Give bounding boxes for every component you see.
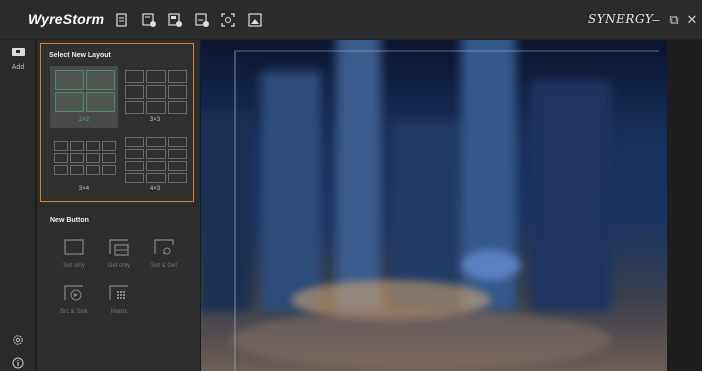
set-only-button[interactable]: ··· Set only [53,239,95,283]
layout-label: 2×2 [78,117,90,123]
add-source-icon[interactable] [167,12,183,28]
set-only-icon: ··· [64,239,84,255]
layout-option-2x2[interactable]: 2×2 [50,66,118,128]
layout-option-3x4[interactable]: 3×4 [50,135,118,197]
add-button[interactable]: Add [0,40,36,76]
toolbar [114,12,273,28]
layout-grid-preview [125,137,187,183]
add-label: Add [11,64,25,71]
capture-icon[interactable] [220,12,236,28]
minimize-button[interactable]: – [649,12,663,28]
source-sink-button[interactable]: Src & Sink [53,285,95,329]
add-page-icon[interactable] [141,12,157,28]
wyrestorm-logo: WyreStorm [28,11,105,27]
layout-label: 4×3 [149,186,161,192]
add-icon [12,48,25,56]
left-rail: Add [0,40,36,371]
right-gutter [667,40,702,371]
select-layout-title: Select New Layout [49,52,111,59]
set-get-label: Set & Get [150,263,177,269]
gear-icon[interactable] [12,334,24,346]
layout-option-4x3[interactable]: 4×3 [121,135,189,197]
layout-grid-preview [55,70,115,112]
divider [37,206,200,207]
set-get-button[interactable]: Set & Get [143,239,185,283]
image-icon[interactable] [247,12,263,28]
set-get-icon [154,239,174,255]
info-icon[interactable] [12,357,24,369]
select-layout-section: Select New Layout 2×2 3×3 3×4 4×3 [40,43,194,202]
get-only-icon [109,239,129,256]
layout-grid-preview [125,70,187,114]
copy-layout-icon[interactable] [114,12,130,28]
layout-option-3x3[interactable]: 3×3 [121,66,189,128]
new-button-title: New Button [50,217,89,224]
matrix-button[interactable]: Matrix [98,285,140,329]
layout-label: 3×4 [78,186,90,192]
add-display-icon[interactable] [194,12,210,28]
layout-label: 3×3 [149,117,161,123]
options-panel: Select New Layout 2×2 3×3 3×4 4×3 New Bu… [37,40,200,371]
svg-text:···: ··· [73,242,76,246]
matrix-label: Matrix [110,309,128,315]
layout-grid-preview [54,141,116,175]
title-bar: WyreStorm SYNERGY – ⧉ ✕ [0,0,702,40]
preview-canvas[interactable] [201,40,667,371]
source-sink-icon [64,285,83,301]
new-button-section: New Button ··· Set only Get only Set & G… [40,210,197,370]
matrix-icon [109,285,128,300]
restore-button[interactable]: ⧉ [667,12,681,28]
close-button[interactable]: ✕ [685,12,699,28]
get-only-button[interactable]: Get only [98,239,140,283]
synergy-brand: SYNERGY [588,12,654,26]
preview-frame [234,50,659,371]
